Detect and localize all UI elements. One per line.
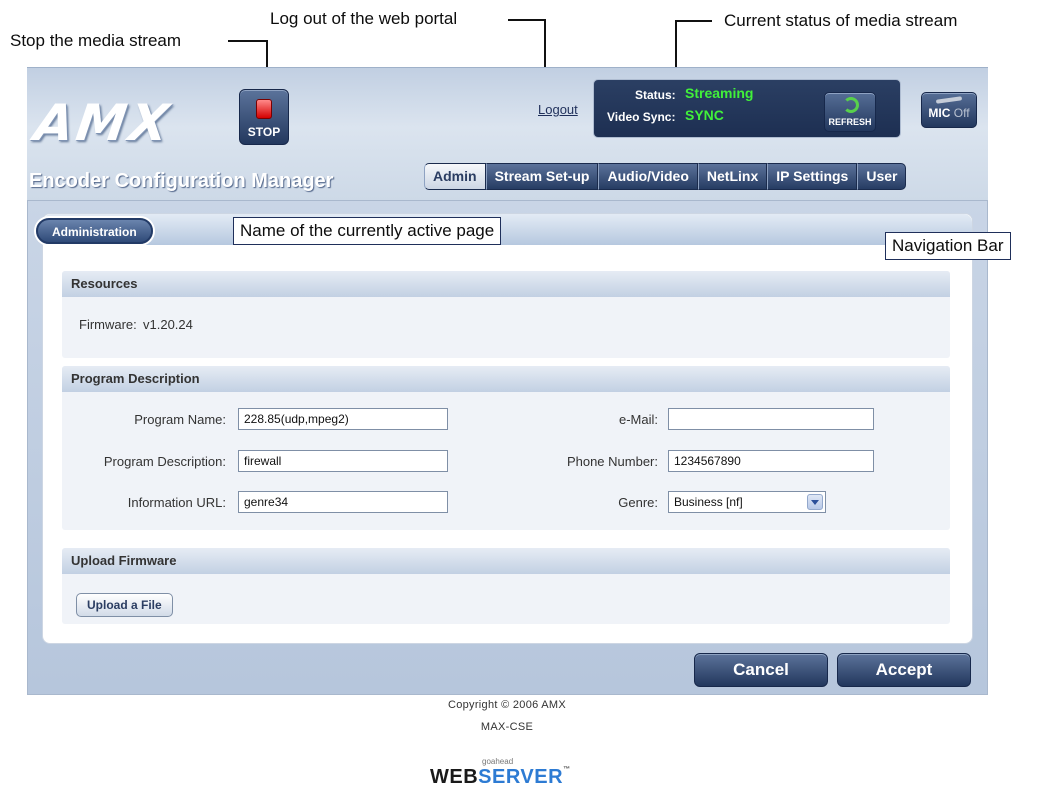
resources-section: Resources Firmware: v1.20.24	[62, 271, 950, 358]
tab-stream-setup[interactable]: Stream Set-up	[485, 163, 599, 190]
cancel-button[interactable]: Cancel	[694, 653, 828, 687]
refresh-button[interactable]: REFRESH	[824, 92, 876, 132]
logout-link[interactable]: Logout	[538, 102, 578, 117]
upload-file-button[interactable]: Upload a File	[76, 593, 173, 617]
phone-number-field[interactable]	[668, 450, 874, 472]
app-header: AMX STOP Logout Status: Streaming Video …	[27, 67, 988, 200]
program-description-heading: Program Description	[62, 366, 950, 392]
mic-label: MIC	[928, 106, 951, 120]
device-model: MAX-CSE	[480, 721, 534, 733]
resources-heading: Resources	[62, 271, 950, 297]
accept-button[interactable]: Accept	[837, 653, 971, 687]
stop-button-label: STOP	[247, 125, 281, 139]
program-description-section: Program Description Program Name: Progra…	[62, 366, 950, 530]
firmware-label: Firmware:	[79, 317, 137, 332]
callout-navigation-bar: Navigation Bar	[885, 232, 1011, 260]
genre-select[interactable]: Business [nf]	[668, 491, 826, 513]
information-url-label: Information URL:	[127, 495, 226, 510]
stop-stream-button[interactable]: STOP	[239, 89, 289, 145]
tab-user[interactable]: User	[857, 163, 907, 190]
tab-audio-video[interactable]: Audio/Video	[598, 163, 698, 190]
trademark-mark: ™	[563, 766, 571, 773]
refresh-icon	[843, 97, 859, 113]
callout-active-page: Name of the currently active page	[233, 217, 502, 245]
status-value: Streaming	[685, 85, 754, 101]
webserver-word-web: WEB	[430, 766, 479, 788]
app-title: Encoder Configuration Manager	[29, 170, 334, 192]
stop-indicator-icon	[256, 99, 272, 119]
mic-button-label: MIC Off	[922, 106, 976, 120]
email-label: e-Mail:	[618, 412, 658, 427]
upload-firmware-heading: Upload Firmware	[62, 548, 950, 574]
phone-number-label: Phone Number:	[566, 454, 658, 469]
copyright-text: Copyright © 2006 AMX	[447, 699, 567, 711]
program-name-label: Program Name:	[134, 412, 226, 427]
navigation-bar: Admin Stream Set-up Audio/Video NetLinx …	[424, 163, 907, 190]
tab-ip-settings[interactable]: IP Settings	[767, 163, 858, 190]
amx-logo: AMX	[30, 94, 176, 152]
information-url-field[interactable]	[238, 491, 448, 513]
firmware-value: v1.20.24	[143, 317, 193, 332]
video-sync-value: SYNC	[685, 107, 724, 123]
email-field[interactable]	[668, 408, 874, 430]
genre-selected-value: Business [nf]	[674, 495, 743, 509]
video-sync-label: Video Sync:	[607, 110, 676, 124]
tab-admin[interactable]: Admin	[424, 163, 486, 190]
genre-label: Genre:	[618, 495, 658, 510]
content-header-bar	[43, 214, 972, 245]
active-page-title: Administration	[36, 218, 153, 244]
main-panel: Administration Resources Firmware: v1.20…	[27, 200, 1011, 695]
tab-netlinx[interactable]: NetLinx	[697, 163, 768, 190]
program-description-field[interactable]	[238, 450, 448, 472]
mic-state: Off	[953, 106, 970, 120]
chevron-down-icon[interactable]	[807, 494, 823, 510]
refresh-button-label: REFRESH	[828, 117, 872, 127]
program-description-label: Program Description:	[103, 454, 226, 469]
server-brand-small: goahead	[482, 757, 514, 766]
status-label: Status:	[635, 88, 676, 102]
program-name-field[interactable]	[238, 408, 448, 430]
microphone-icon	[935, 96, 963, 104]
webserver-logo: WEBSERVER™	[430, 766, 571, 788]
webserver-word-server: SERVER	[478, 766, 564, 788]
mic-toggle-button[interactable]: MIC Off	[921, 92, 977, 128]
content-area: Administration Resources Firmware: v1.20…	[36, 213, 973, 644]
upload-firmware-section: Upload Firmware Upload a File	[62, 548, 950, 624]
